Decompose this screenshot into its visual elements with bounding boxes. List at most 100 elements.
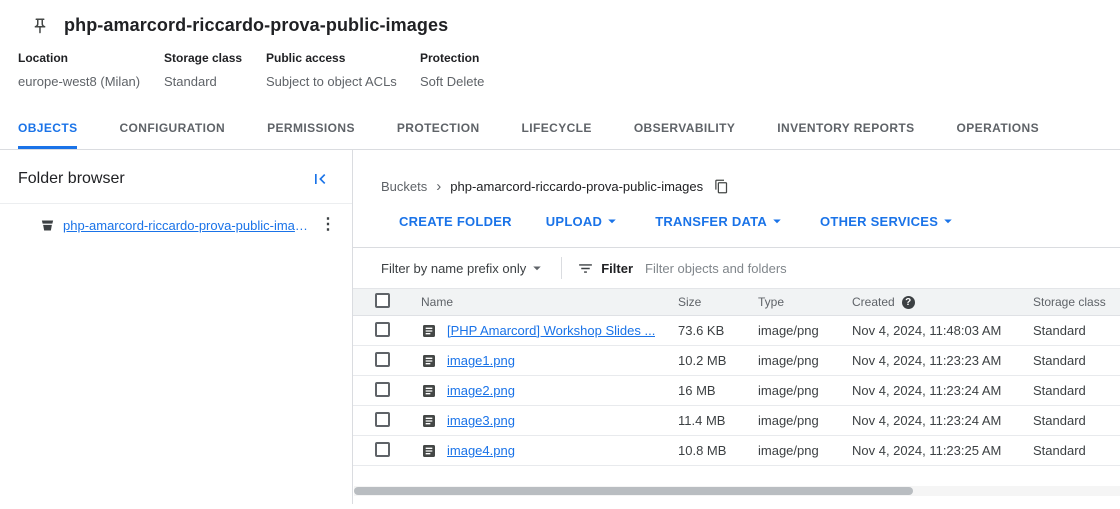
cell-size: 16 MB bbox=[678, 383, 758, 398]
horizontal-scrollbar[interactable] bbox=[354, 486, 1120, 496]
objects-pane: Buckets php-amarcord-riccardo-prova-publ… bbox=[353, 150, 1120, 504]
meta-protection: Protection Soft Delete bbox=[420, 51, 484, 89]
meta-value: Soft Delete bbox=[420, 74, 484, 89]
cell-created: Nov 4, 2024, 11:23:24 AM bbox=[852, 413, 1033, 428]
table-row: image2.png 16 MB image/png Nov 4, 2024, … bbox=[353, 376, 1120, 406]
cell-size: 73.6 KB bbox=[678, 323, 758, 338]
filter-list-icon bbox=[577, 260, 594, 277]
object-name-link[interactable]: image2.png bbox=[447, 383, 515, 398]
copy-icon[interactable] bbox=[714, 178, 730, 194]
object-file-icon bbox=[421, 443, 437, 459]
row-checkbox[interactable] bbox=[375, 322, 390, 337]
table-header-row: Name Size Type Created Storage class bbox=[353, 288, 1120, 316]
select-all-checkbox[interactable] bbox=[375, 293, 390, 308]
tab-inventory-reports[interactable]: INVENTORY REPORTS bbox=[777, 108, 914, 149]
row-checkbox[interactable] bbox=[375, 442, 390, 457]
meta-label: Protection bbox=[420, 51, 484, 65]
bucket-tabs: OBJECTS CONFIGURATION PERMISSIONS PROTEC… bbox=[0, 108, 1120, 150]
folder-browser-title: Folder browser bbox=[18, 170, 125, 188]
meta-value: Standard bbox=[164, 74, 266, 89]
cell-created: Nov 4, 2024, 11:23:23 AM bbox=[852, 353, 1033, 368]
row-checkbox[interactable] bbox=[375, 352, 390, 367]
object-name-link[interactable]: image1.png bbox=[447, 353, 515, 368]
table-row: [PHP Amarcord] Workshop Slides ... 73.6 … bbox=[353, 316, 1120, 346]
column-header-storage-class: Storage class bbox=[1033, 295, 1120, 309]
cell-storage-class: Standard bbox=[1033, 413, 1120, 428]
tab-observability[interactable]: OBSERVABILITY bbox=[634, 108, 735, 149]
other-services-label: OTHER SERVICES bbox=[820, 214, 938, 229]
filter-bar: Filter by name prefix only Filter bbox=[353, 248, 1120, 288]
object-file-icon bbox=[421, 353, 437, 369]
cell-type: image/png bbox=[758, 413, 852, 428]
object-file-icon bbox=[421, 323, 437, 339]
meta-value: Subject to object ACLs bbox=[266, 74, 420, 89]
meta-label: Location bbox=[18, 51, 164, 65]
filter-objects-input[interactable] bbox=[645, 261, 1120, 276]
create-folder-label: CREATE FOLDER bbox=[399, 214, 512, 229]
bucket-link[interactable]: php-amarcord-riccardo-prova-public-image… bbox=[63, 218, 310, 233]
more-vert-icon[interactable] bbox=[318, 217, 338, 233]
filter-label: Filter bbox=[601, 261, 633, 276]
arrow-drop-down-icon bbox=[603, 212, 621, 230]
tab-operations[interactable]: OPERATIONS bbox=[957, 108, 1039, 149]
folder-browser-sidebar: Folder browser php-amarcord-riccardo-pro… bbox=[0, 150, 353, 504]
tab-lifecycle[interactable]: LIFECYCLE bbox=[522, 108, 592, 149]
column-header-created: Created bbox=[852, 295, 1033, 309]
table-row: image4.png 10.8 MB image/png Nov 4, 2024… bbox=[353, 436, 1120, 466]
cell-storage-class: Standard bbox=[1033, 323, 1120, 338]
table-row: image3.png 11.4 MB image/png Nov 4, 2024… bbox=[353, 406, 1120, 436]
object-name-link[interactable]: image4.png bbox=[447, 443, 515, 458]
transfer-data-label: TRANSFER DATA bbox=[655, 214, 767, 229]
tab-configuration[interactable]: CONFIGURATION bbox=[119, 108, 225, 149]
transfer-data-button[interactable]: TRANSFER DATA bbox=[655, 212, 786, 230]
filter-prefix-dropdown[interactable]: Filter by name prefix only bbox=[381, 259, 546, 277]
cell-created: Nov 4, 2024, 11:23:24 AM bbox=[852, 383, 1033, 398]
meta-public-access: Public access Subject to object ACLs bbox=[266, 51, 420, 89]
cell-created: Nov 4, 2024, 11:23:25 AM bbox=[852, 443, 1033, 458]
row-checkbox[interactable] bbox=[375, 412, 390, 427]
pin-icon[interactable] bbox=[30, 16, 50, 36]
breadcrumb-buckets-link[interactable]: Buckets bbox=[381, 179, 427, 194]
cell-storage-class: Standard bbox=[1033, 383, 1120, 398]
other-services-button[interactable]: OTHER SERVICES bbox=[820, 212, 957, 230]
breadcrumb-current: php-amarcord-riccardo-prova-public-image… bbox=[450, 179, 703, 194]
bucket-header: php-amarcord-riccardo-prova-public-image… bbox=[0, 0, 1120, 36]
bucket-tree-item: php-amarcord-riccardo-prova-public-image… bbox=[0, 217, 352, 233]
object-name-link[interactable]: image3.png bbox=[447, 413, 515, 428]
help-icon[interactable] bbox=[902, 296, 915, 309]
cell-created: Nov 4, 2024, 11:48:03 AM bbox=[852, 323, 1033, 338]
object-name-link[interactable]: [PHP Amarcord] Workshop Slides ... bbox=[447, 323, 655, 338]
cell-type: image/png bbox=[758, 353, 852, 368]
page-title: php-amarcord-riccardo-prova-public-image… bbox=[64, 15, 448, 36]
object-file-icon bbox=[421, 413, 437, 429]
created-label: Created bbox=[852, 295, 895, 309]
tab-protection[interactable]: PROTECTION bbox=[397, 108, 480, 149]
bucket-icon bbox=[40, 218, 55, 233]
tab-permissions[interactable]: PERMISSIONS bbox=[267, 108, 355, 149]
breadcrumb: Buckets php-amarcord-riccardo-prova-publ… bbox=[353, 150, 1120, 194]
cell-type: image/png bbox=[758, 323, 852, 338]
arrow-drop-down-icon bbox=[768, 212, 786, 230]
collapse-panel-icon[interactable] bbox=[310, 169, 330, 189]
filter-chip: Filter bbox=[577, 260, 633, 277]
folder-browser-header: Folder browser bbox=[0, 150, 352, 204]
create-folder-button[interactable]: CREATE FOLDER bbox=[399, 214, 512, 229]
column-header-type: Type bbox=[758, 295, 852, 309]
meta-label: Public access bbox=[266, 51, 420, 65]
table-row: image1.png 10.2 MB image/png Nov 4, 2024… bbox=[353, 346, 1120, 376]
upload-button[interactable]: UPLOAD bbox=[546, 212, 621, 230]
filter-prefix-label: Filter by name prefix only bbox=[381, 261, 526, 276]
cell-size: 10.8 MB bbox=[678, 443, 758, 458]
row-checkbox[interactable] bbox=[375, 382, 390, 397]
tab-objects[interactable]: OBJECTS bbox=[18, 108, 77, 149]
arrow-drop-down-icon bbox=[528, 259, 546, 277]
header-checkbox-cell bbox=[353, 293, 421, 311]
scrollbar-thumb[interactable] bbox=[354, 487, 913, 495]
cell-storage-class: Standard bbox=[1033, 353, 1120, 368]
cell-storage-class: Standard bbox=[1033, 443, 1120, 458]
meta-location: Location europe-west8 (Milan) bbox=[18, 51, 164, 89]
vertical-divider bbox=[561, 257, 562, 279]
chevron-right-icon bbox=[436, 180, 441, 193]
column-header-size: Size bbox=[678, 295, 758, 309]
cell-size: 11.4 MB bbox=[678, 413, 758, 428]
